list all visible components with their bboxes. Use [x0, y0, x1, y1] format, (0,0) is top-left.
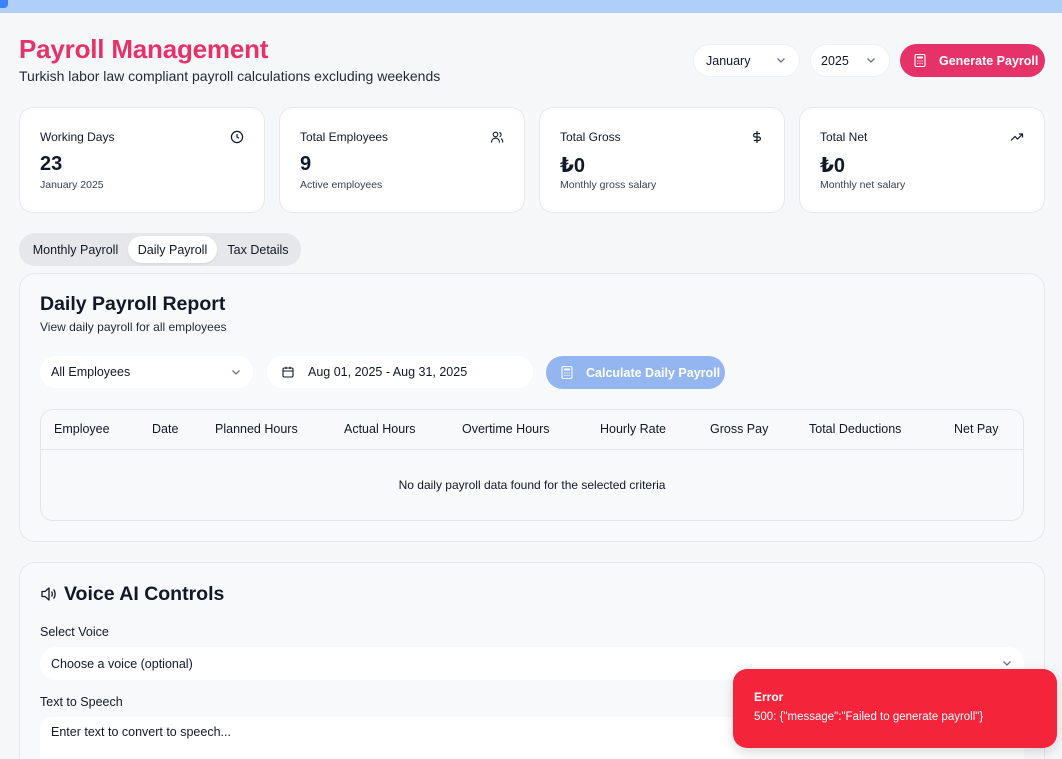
- daily-payroll-table: Employee Date Planned Hours Actual Hours…: [40, 409, 1024, 521]
- year-select[interactable]: 2025: [811, 45, 889, 76]
- column-header-actual-hours: Actual Hours: [344, 422, 416, 436]
- calculate-daily-payroll-label: Calculate Daily Payroll: [586, 365, 721, 380]
- payroll-tabs: Monthly Payroll Daily Payroll Tax Detail…: [19, 233, 301, 266]
- tab-tax-details[interactable]: Tax Details: [219, 236, 297, 263]
- stat-sub: Monthly net salary: [820, 179, 906, 191]
- column-header-gross-pay: Gross Pay: [710, 422, 769, 436]
- trending-up-icon: [1010, 133, 1024, 141]
- top-bar-indicator: [0, 0, 8, 8]
- chevron-down-icon: [232, 370, 240, 375]
- daily-payroll-description: View daily payroll for all employees: [40, 320, 227, 334]
- generate-payroll-label: Generate Payroll: [939, 53, 1039, 68]
- error-toast-message: 500: {"message":"Failed to generate payr…: [754, 711, 984, 723]
- stat-sub: Monthly gross salary: [560, 179, 657, 191]
- users-icon: [490, 131, 504, 143]
- column-header-overtime-hours: Overtime Hours: [462, 422, 550, 436]
- month-select-value: January: [706, 53, 751, 68]
- voice-ai-title: Voice AI Controls: [64, 583, 225, 605]
- year-select-value: 2025: [821, 53, 849, 68]
- calendar-icon: [282, 366, 294, 378]
- error-toast-title: Error: [754, 690, 784, 704]
- date-range-value: Aug 01, 2025 - Aug 31, 2025: [308, 365, 468, 379]
- column-header-total-deductions: Total Deductions: [809, 422, 902, 436]
- browser-top-bar: [0, 0, 1062, 13]
- chevron-down-icon: [1003, 661, 1011, 666]
- daily-payroll-card: Daily Payroll Report View daily payroll …: [19, 273, 1045, 542]
- column-header-employee: Employee: [54, 422, 110, 436]
- select-voice-label: Select Voice: [40, 625, 109, 639]
- generate-payroll-button[interactable]: Generate Payroll: [900, 44, 1045, 77]
- stat-sub: Active employees: [300, 179, 383, 191]
- calculator-icon: [914, 54, 926, 67]
- stat-value: 9: [300, 153, 312, 175]
- table-header: Employee Date Planned Hours Actual Hours…: [41, 410, 1023, 450]
- voice-select-placeholder: Choose a voice (optional): [51, 656, 193, 671]
- stat-value: ₺0: [560, 155, 586, 177]
- clock-icon: [230, 130, 244, 144]
- column-header-date: Date: [152, 422, 179, 436]
- page-title: Payroll Management: [19, 34, 269, 64]
- stat-label: Total Gross: [560, 130, 621, 144]
- stat-label: Working Days: [40, 130, 115, 144]
- tab-daily-payroll[interactable]: Daily Payroll: [128, 236, 217, 263]
- employee-filter-value: All Employees: [51, 365, 131, 379]
- chevron-down-icon: [777, 58, 785, 63]
- stat-sub: January 2025: [40, 179, 104, 191]
- chevron-down-icon: [867, 58, 875, 63]
- stat-card-total-employees: Total Employees 9 Active employees: [279, 107, 525, 213]
- calculator-icon: [561, 366, 573, 379]
- error-toast[interactable]: Error 500: {"message":"Failed to generat…: [733, 669, 1057, 748]
- column-header-hourly-rate: Hourly Rate: [600, 422, 666, 436]
- stat-card-total-gross: Total Gross ₺0 Monthly gross salary: [539, 107, 785, 213]
- column-header-planned-hours: Planned Hours: [215, 422, 298, 436]
- tab-monthly-payroll[interactable]: Monthly Payroll: [24, 236, 127, 263]
- stat-label: Total Net: [820, 130, 868, 144]
- dollar-icon: [752, 131, 762, 143]
- stat-card-working-days: Working Days 23 January 2025: [19, 107, 265, 213]
- stat-value: 23: [40, 153, 63, 175]
- employee-filter-select[interactable]: All Employees: [40, 356, 253, 388]
- stat-card-total-net: Total Net ₺0 Monthly net salary: [799, 107, 1045, 213]
- calculate-daily-payroll-button[interactable]: Calculate Daily Payroll: [546, 356, 725, 389]
- text-to-speech-label: Text to Speech: [40, 695, 123, 709]
- table-empty-message: No daily payroll data found for the sele…: [398, 478, 666, 492]
- column-header-net-pay: Net Pay: [954, 422, 999, 436]
- speaker-icon: [41, 587, 56, 601]
- stat-label: Total Employees: [300, 130, 389, 144]
- daily-payroll-title: Daily Payroll Report: [40, 293, 226, 315]
- month-select[interactable]: January: [694, 45, 799, 76]
- page-subtitle: Turkish labor law compliant payroll calc…: [19, 68, 441, 84]
- stat-value: ₺0: [820, 155, 846, 177]
- date-range-picker[interactable]: Aug 01, 2025 - Aug 31, 2025: [267, 356, 533, 388]
